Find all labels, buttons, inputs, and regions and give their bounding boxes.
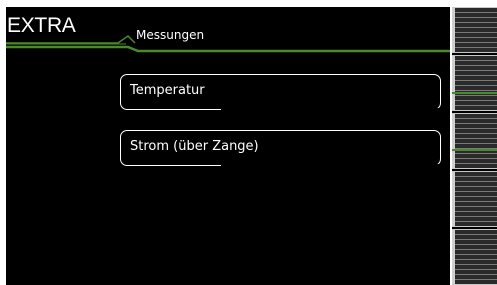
softkey-active-mark: [452, 149, 497, 151]
device-screen: EXTRA Messungen Temperatur Strom (über Z…: [0, 0, 497, 285]
softkey-edge: [452, 114, 455, 168]
strom-zange-button[interactable]: Strom (über Zange): [120, 130, 441, 167]
tab-baseline: [6, 45, 450, 53]
temperatur-button[interactable]: Temperatur: [120, 74, 441, 111]
softkey-active-mark: [452, 92, 497, 94]
softkey-5[interactable]: [452, 229, 497, 285]
softkey-strip: [452, 7, 497, 285]
softkey-edge: [452, 172, 455, 226]
button-underline-gap: [221, 164, 441, 167]
softkey-edge: [452, 8, 455, 52]
softkey-3[interactable]: [452, 113, 497, 169]
softkey-edge: [452, 230, 455, 284]
softkey-edge: [452, 56, 455, 110]
tab-messungen[interactable]: Messungen: [136, 28, 204, 43]
softkey-4[interactable]: [452, 171, 497, 227]
softkey-2[interactable]: [452, 55, 497, 111]
strom-zange-button-label: Strom (über Zange): [130, 139, 259, 154]
softkey-1[interactable]: [452, 7, 497, 53]
mode-title: EXTRA: [7, 14, 76, 37]
button-underline-gap: [221, 108, 441, 111]
temperatur-button-label: Temperatur: [130, 83, 205, 98]
